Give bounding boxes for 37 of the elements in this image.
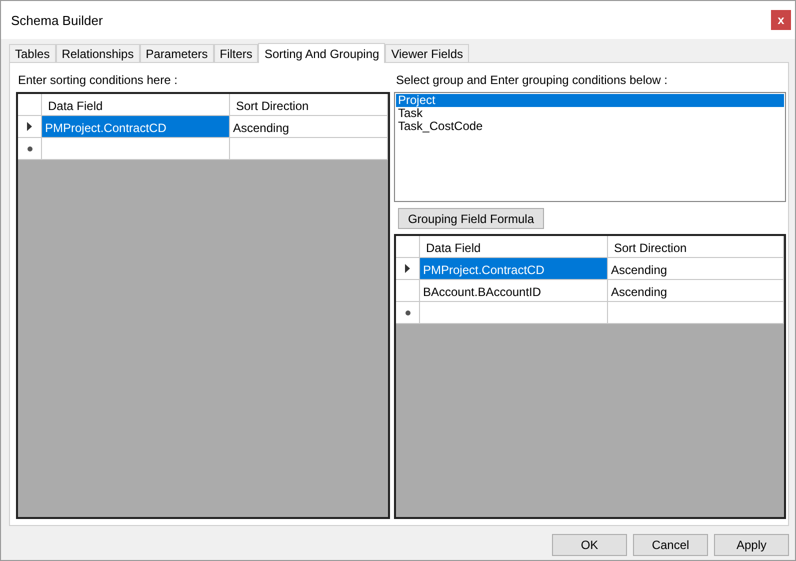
header-corner (396, 236, 420, 258)
tab[interactable]: Sorting And Grouping (258, 43, 386, 63)
dialog-button[interactable]: Apply (714, 534, 789, 556)
list-item[interactable]: Task_CostCode (396, 120, 784, 133)
column-header[interactable]: Sort Direction (608, 236, 784, 258)
row-header[interactable] (18, 138, 42, 160)
close-button[interactable]: x (771, 10, 791, 30)
column-header[interactable]: Sort Direction (230, 94, 388, 116)
grouping-label: Select group and Enter grouping conditions below : (396, 73, 669, 87)
tab[interactable]: Viewer Fields (385, 44, 469, 62)
tab[interactable]: Parameters (140, 44, 214, 62)
table-cell[interactable]: Ascending (608, 258, 784, 280)
current-row-icon (27, 122, 32, 131)
tab[interactable]: Relationships (56, 44, 140, 62)
table-cell[interactable]: BAccount.BAccountID (420, 280, 608, 302)
row-header[interactable] (396, 258, 420, 280)
sorting-label: Enter sorting conditions here : (18, 73, 178, 87)
list-item[interactable]: Project (396, 94, 784, 107)
tab[interactable]: Tables (9, 44, 56, 62)
column-header[interactable]: Data Field (42, 94, 230, 116)
table-cell[interactable]: Ascending (608, 280, 784, 302)
window-title: Schema Builder (11, 12, 103, 28)
dialog-button[interactable]: OK (552, 534, 627, 556)
tab[interactable]: Filters (214, 44, 258, 62)
header-corner (18, 94, 42, 116)
column-header[interactable]: Data Field (420, 236, 608, 258)
table-cell[interactable]: Ascending (230, 116, 388, 138)
table-cell[interactable]: PMProject.ContractCD (42, 116, 230, 138)
list-item[interactable]: Task (396, 107, 784, 120)
table-cell[interactable]: PMProject.ContractCD (420, 258, 608, 280)
row-header[interactable] (18, 116, 42, 138)
dialog-button[interactable]: Cancel (633, 534, 708, 556)
current-row-icon (405, 264, 410, 273)
grouping-formula-button[interactable]: Grouping Field Formula (398, 208, 544, 229)
new-row-icon (26, 146, 32, 152)
new-row-icon (404, 310, 410, 316)
row-header[interactable] (396, 302, 420, 324)
